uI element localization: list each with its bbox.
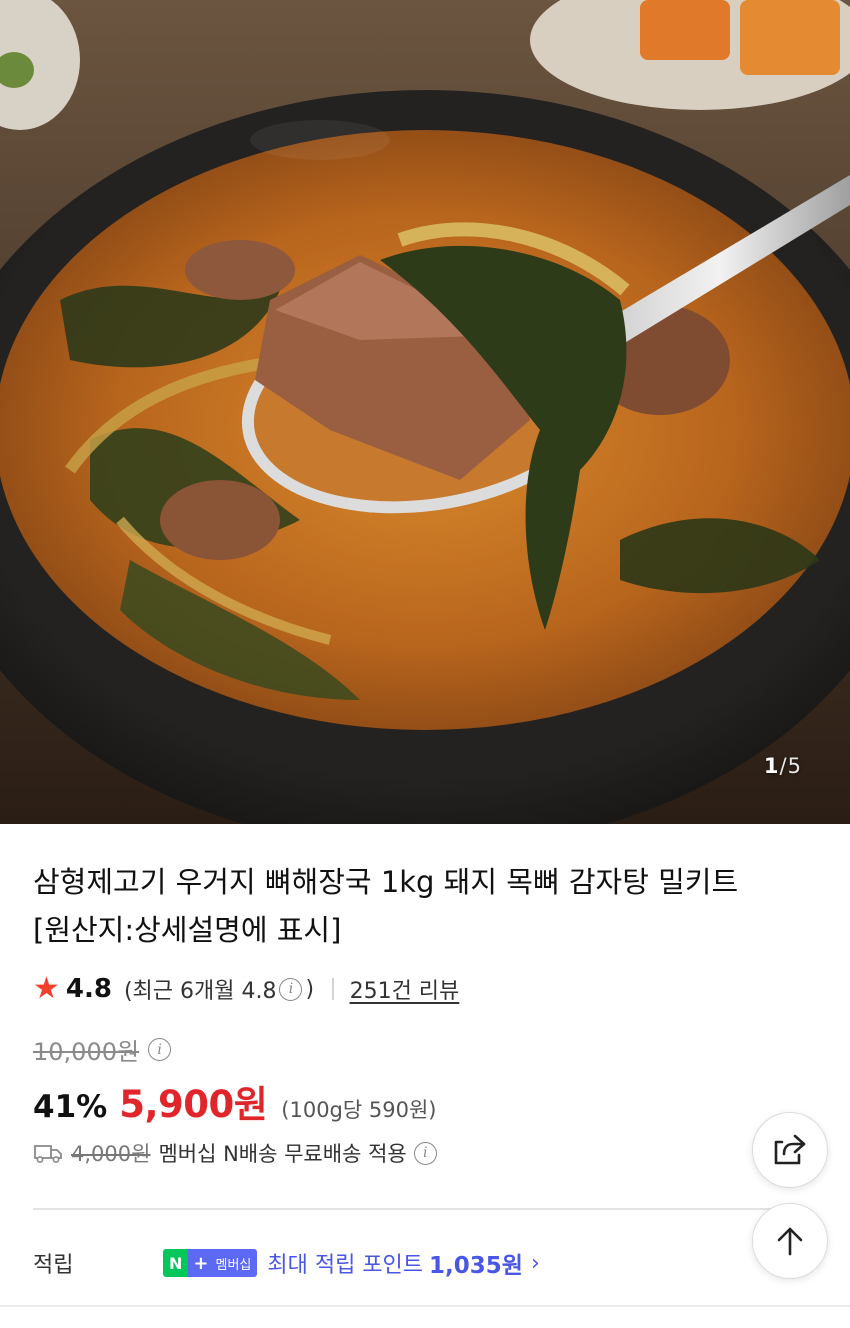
product-title: 삼형제고기 우거지 뼈해장국 1kg 돼지 목뼈 감자탕 밀키트 [원산지:상세…: [33, 858, 793, 954]
scroll-top-button[interactable]: [752, 1203, 828, 1279]
info-icon[interactable]: i: [279, 977, 303, 1001]
points-label: 적립: [33, 1253, 74, 1278]
membership-label: 멤버십: [213, 1249, 258, 1277]
original-price: 10,000원: [33, 1038, 140, 1066]
reviews-link[interactable]: 251건 리뷰: [350, 973, 460, 1005]
discount-rate: 41%: [33, 1089, 108, 1125]
image-counter-separator: /: [779, 754, 788, 778]
chevron-right-icon: ›: [530, 1250, 540, 1276]
truck-icon: [34, 1145, 62, 1163]
points-amount: 1,035원: [429, 1253, 523, 1279]
image-counter-current: 1: [763, 754, 780, 778]
unit-price: (100g당 590원): [281, 1098, 437, 1122]
rating-score: 4.8: [65, 974, 112, 1004]
shipping-original-fee: 4,000원: [71, 1142, 151, 1166]
original-price-row: 10,000원 i: [33, 1032, 174, 1067]
recent-rating-prefix: (최근 6개월 4.8: [123, 979, 277, 1004]
star-icon: ★: [33, 971, 60, 1006]
rating-row: ★ 4.8 (최근 6개월 4.8 i ) 251건 리뷰: [33, 972, 459, 1006]
shipping-info-icon[interactable]: i: [413, 1141, 437, 1165]
points-text: 최대 적립 포인트: [267, 1253, 424, 1278]
shipping-text: 멤버십 N배송 무료배송 적용: [158, 1142, 407, 1166]
price-info-icon[interactable]: i: [148, 1038, 172, 1061]
arrow-up-icon: [777, 1227, 803, 1256]
image-counter-total: 5: [787, 754, 802, 778]
divider: [332, 978, 334, 1000]
product-image-carousel[interactable]: 1/5: [0, 0, 850, 824]
recent-rating-suffix: ): [305, 976, 315, 1002]
price-row: 41% 5,900원 (100g당 590원): [33, 1074, 436, 1128]
image-counter: 1/5: [764, 754, 802, 778]
share-button[interactable]: [752, 1112, 828, 1188]
points-row[interactable]: 적립 N + 멤버십 최대 적립 포인트 1,035원 ›: [33, 1244, 823, 1282]
product-image: [0, 0, 850, 824]
plus-icon: +: [188, 1249, 214, 1277]
share-icon: [774, 1134, 806, 1165]
npay-n-logo: N: [163, 1249, 189, 1277]
product-title-line2: [원산지:상세설명에 표시]: [33, 913, 342, 947]
product-title-line1: 삼형제고기 우거지 뼈해장국 1kg 돼지 목뼈 감자탕 밀키트: [33, 865, 739, 899]
divider-horizontal: [33, 1208, 790, 1210]
shipping-row: 4,000원 멤버십 N배송 무료배송 적용 i: [33, 1136, 440, 1170]
section-divider: [0, 1305, 850, 1307]
sale-price: 5,900원: [119, 1083, 268, 1126]
npay-membership-badge: N + 멤버십: [163, 1249, 258, 1277]
